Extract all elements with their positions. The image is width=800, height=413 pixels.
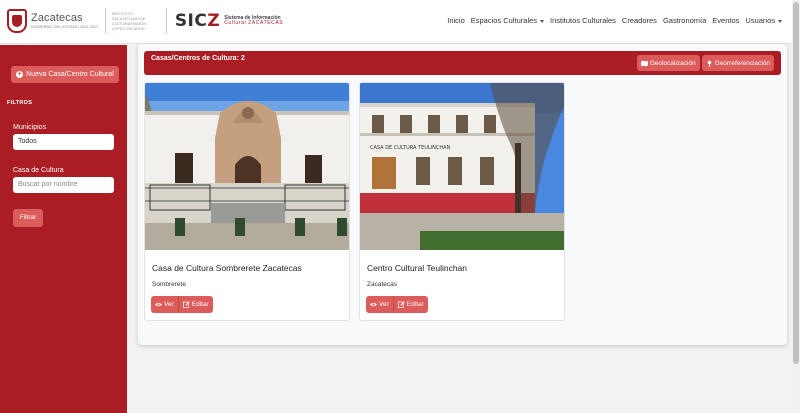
- edit-label: Editar: [191, 301, 209, 308]
- cultural-center-card: Casa de Cultura Sombrerete Zacatecas Som…: [144, 82, 350, 321]
- cultural-center-photo[interactable]: CASA DE CULTURA TEULINCHAN: [360, 83, 565, 250]
- state-name: Zacatecas: [31, 12, 83, 24]
- card-title: Casa de Cultura Sombrerete Zacatecas: [152, 263, 302, 273]
- card-municipio: Zacatecas: [367, 281, 397, 288]
- view-button[interactable]: Ver: [151, 296, 178, 313]
- municipio-label: Municipios: [13, 124, 47, 131]
- casa-cultura-search-input[interactable]: Buscar por nombre: [13, 177, 114, 193]
- nav-inicio[interactable]: Inicio: [447, 16, 465, 25]
- georeference-button[interactable]: Georreferenciación: [701, 55, 774, 71]
- state-seal-icon: [7, 9, 27, 33]
- edit-button[interactable]: Editar: [177, 296, 213, 313]
- card-actions: Ver Editar: [366, 296, 428, 313]
- edit-label: Editar: [406, 301, 424, 308]
- view-label: Ver: [379, 301, 389, 308]
- state-logo-text: Zacatecas GOBIERNO DEL ESTADO 2021-2027: [31, 13, 99, 29]
- geolocation-label: Geolocalización: [649, 59, 696, 67]
- sicz-mark: SICZ: [174, 11, 221, 31]
- results-panel: Casas/Centros de Cultura: 2 Geolocalizac…: [138, 44, 787, 345]
- top-navbar: Zacatecas GOBIERNO DEL ESTADO 2021-2027 …: [0, 0, 792, 44]
- georeference-label: Georreferenciación: [714, 59, 770, 67]
- state-subtitle: GOBIERNO DEL ESTADO 2021-2027: [31, 24, 99, 29]
- filter-button[interactable]: Filtrar: [13, 209, 43, 227]
- eye-icon: [155, 302, 162, 307]
- institute-logo-text: INSTITUTO ZACATECANO DE CULTURA RAMÓN LÓ…: [111, 11, 147, 31]
- nav-usuarios[interactable]: Usuarios: [745, 16, 782, 25]
- cultural-center-photo[interactable]: [145, 83, 350, 250]
- header-actions: Geolocalización Georreferenciación: [635, 55, 774, 71]
- nav-institutos-culturales[interactable]: Institutos Culturales: [550, 16, 616, 25]
- map-pin-icon: [707, 60, 711, 67]
- edit-icon: [182, 301, 190, 308]
- card-title: Centro Cultural Teulinchan: [367, 263, 468, 273]
- card-actions: Ver Editar: [151, 296, 213, 313]
- new-cultural-center-button[interactable]: + Nueva Casa/Centro Cultural: [11, 66, 119, 83]
- filter-sidebar: + Nueva Casa/Centro Cultural FILTROS Mun…: [0, 45, 127, 413]
- panel-title: Casas/Centros de Cultura: 2: [151, 55, 245, 62]
- filters-heading: FILTROS: [7, 100, 33, 106]
- municipio-select[interactable]: Todos: [13, 134, 114, 150]
- page-scrollbar[interactable]: [792, 0, 800, 413]
- geolocation-button[interactable]: Geolocalización: [636, 55, 700, 71]
- sicz-line-2: Cultural ZACATECAS: [224, 20, 284, 26]
- plus-circle-icon: +: [16, 71, 24, 78]
- card-municipio: Sombrerete: [152, 281, 186, 288]
- edit-icon: [397, 301, 405, 308]
- view-button[interactable]: Ver: [366, 296, 393, 313]
- cultural-center-card: CASA DE CULTURA TEULINCHAN Centro Cultur…: [359, 82, 565, 321]
- nav-creadores[interactable]: Creadores: [622, 16, 657, 25]
- brand-logos[interactable]: Zacatecas GOBIERNO DEL ESTADO 2021-2027 …: [7, 8, 283, 34]
- scrollbar-thumb[interactable]: [793, 2, 799, 364]
- logo-divider: [165, 8, 167, 34]
- nav-gastronomia[interactable]: Gastronomía: [663, 16, 706, 25]
- sicz-tagline: Sistema de Información Cultural ZACATECA…: [224, 16, 283, 26]
- new-button-label: Nueva Casa/Centro Cultural: [26, 71, 114, 78]
- building-sign: CASA DE CULTURA TEULINCHAN: [370, 145, 451, 151]
- sicz-logo[interactable]: SICZ Sistema de Información Cultural ZAC…: [175, 11, 283, 31]
- nav-espacios-label: Espacios Culturales: [470, 16, 538, 25]
- nav-usuarios-label: Usuarios: [745, 16, 775, 25]
- logo-divider: [104, 8, 106, 34]
- eye-icon: [370, 302, 377, 307]
- edit-button[interactable]: Editar: [392, 296, 428, 313]
- caret-down-icon: [540, 19, 545, 23]
- casa-cultura-label: Casa de Cultura: [13, 167, 64, 174]
- map-icon: [640, 60, 648, 66]
- nav-eventos[interactable]: Eventos: [712, 16, 739, 25]
- caret-down-icon: [778, 19, 782, 23]
- panel-header: Casas/Centros de Cultura: 2 Geolocalizac…: [144, 51, 781, 75]
- main-nav: Inicio Espacios Culturales Institutos Cu…: [441, 16, 782, 25]
- nav-espacios-culturales[interactable]: Espacios Culturales: [470, 16, 545, 25]
- view-label: Ver: [164, 301, 174, 308]
